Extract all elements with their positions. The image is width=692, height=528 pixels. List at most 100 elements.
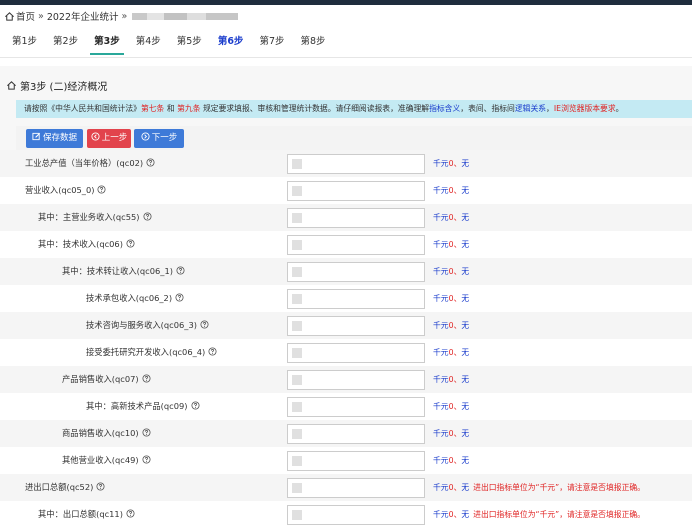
- unit-status: 无: [461, 294, 470, 303]
- unit-warning: 进出口指标单位为“千元”，请注意是否填报正确。: [473, 510, 645, 519]
- table-row: 其中：技术转让收入(qc06_1) 千元0、无: [0, 258, 692, 285]
- indicator-label: 其中：技术转让收入(qc06_1): [62, 258, 185, 285]
- tab-step-3[interactable]: 第3步: [86, 30, 128, 57]
- indicator-input[interactable]: [287, 181, 425, 201]
- unit-status: 无: [461, 483, 470, 492]
- notice-link-ie[interactable]: IE浏览器版本要求: [554, 104, 616, 113]
- indicator-label-text: 其中：技术收入(qc06): [38, 239, 123, 249]
- table-row: 工业总产值（当年价格）(qc02) 千元0、无: [0, 150, 692, 177]
- help-circle-icon[interactable]: [142, 428, 151, 437]
- indicator-input[interactable]: [287, 397, 425, 417]
- indicator-label-text: 产品销售收入(qc07): [62, 374, 139, 384]
- indicator-input[interactable]: [287, 289, 425, 309]
- table-row: 商品销售收入(qc10) 千元0、无: [0, 420, 692, 447]
- unit-status: 无: [461, 267, 470, 276]
- table-row: 技术咨询与服务收入(qc06_3) 千元0、无: [0, 312, 692, 339]
- indicator-input[interactable]: [287, 370, 425, 390]
- help-circle-icon[interactable]: [126, 239, 135, 248]
- indicator-input[interactable]: [287, 505, 425, 525]
- table-row: 技术承包收入(qc06_2) 千元0、无: [0, 285, 692, 312]
- help-circle-icon[interactable]: [176, 266, 185, 275]
- indicator-input[interactable]: [287, 208, 425, 228]
- help-circle-icon[interactable]: [142, 374, 151, 383]
- unit-status: 无: [461, 348, 470, 357]
- unit-text: 千元: [433, 429, 449, 438]
- save-button-label: 保存数据: [42, 133, 77, 143]
- unit-text: 千元: [433, 213, 449, 222]
- indicator-unit: 千元0、无: [433, 393, 469, 420]
- breadcrumb-year-link[interactable]: 2022年企业统计: [47, 9, 119, 23]
- unit-text: 千元: [433, 510, 449, 519]
- breadcrumb-separator: »: [38, 10, 44, 22]
- tab-step-8[interactable]: 第8步: [292, 30, 333, 57]
- prev-step-button[interactable]: 上一步: [87, 129, 131, 148]
- unit-status: 无: [461, 375, 470, 384]
- indicator-input[interactable]: [287, 424, 425, 444]
- tab-step-5[interactable]: 第5步: [169, 30, 210, 57]
- indicator-input[interactable]: [287, 343, 425, 363]
- help-circle-icon[interactable]: [208, 347, 217, 356]
- help-circle-icon[interactable]: [191, 401, 200, 410]
- table-row: 接受委托研究开发收入(qc06_4) 千元0、无: [0, 339, 692, 366]
- table-row: 其中：高新技术产品(qc09) 千元0、无: [0, 393, 692, 420]
- indicator-label: 商品销售收入(qc10): [62, 420, 151, 447]
- indicator-unit: 千元0、无: [433, 339, 469, 366]
- tab-step-6[interactable]: 第6步: [210, 30, 252, 57]
- circle-arrow-left-icon: [91, 132, 100, 141]
- indicator-input[interactable]: [287, 316, 425, 336]
- help-circle-icon[interactable]: [142, 455, 151, 464]
- notice-text: 请按照《中华人民共和国统计法》: [24, 104, 141, 113]
- help-circle-icon[interactable]: [200, 320, 209, 329]
- indicator-unit: 千元0、无: [433, 258, 469, 285]
- notice-link-art9[interactable]: 第九条: [177, 104, 200, 113]
- help-circle-icon[interactable]: [126, 509, 135, 518]
- help-circle-icon[interactable]: [175, 293, 184, 302]
- indicator-label-text: 商品销售收入(qc10): [62, 428, 139, 438]
- indicator-unit: 千元0、无: [433, 366, 469, 393]
- save-button[interactable]: 保存数据: [26, 129, 83, 148]
- help-circle-icon[interactable]: [143, 212, 152, 221]
- table-row: 营业收入(qc05_0) 千元0、无: [0, 177, 692, 204]
- indicator-label-text: 其中：高新技术产品(qc09): [86, 401, 188, 411]
- panel-title-text: 第3步 (二)经济概况: [20, 82, 108, 93]
- unit-status: 无: [461, 213, 470, 222]
- unit-text: 千元: [433, 375, 449, 384]
- notice-link-indicator[interactable]: 指标含义: [429, 104, 460, 113]
- tab-step-2[interactable]: 第2步: [45, 30, 86, 57]
- unit-text: 千元: [433, 267, 449, 276]
- indicator-input[interactable]: [287, 154, 425, 174]
- tab-step-1[interactable]: 第1步: [4, 30, 45, 57]
- edit-icon: [32, 132, 41, 141]
- breadcrumb-home-link[interactable]: 首页: [16, 9, 35, 23]
- panel-title: 第3步 (二)经济概况: [6, 78, 107, 93]
- help-circle-icon[interactable]: [96, 482, 105, 491]
- notice-link-logic[interactable]: 逻辑关系: [515, 104, 546, 113]
- unit-text: 千元: [433, 240, 449, 249]
- notice-text: 和: [164, 104, 178, 113]
- unit-text: 千元: [433, 321, 449, 330]
- notice-link-art7[interactable]: 第七条: [141, 104, 164, 113]
- home-icon[interactable]: [4, 11, 15, 22]
- indicator-label: 技术承包收入(qc06_2): [86, 285, 184, 312]
- indicator-label: 其中：出口总额(qc11): [38, 501, 135, 528]
- notice-text: ，: [546, 104, 554, 113]
- unit-text: 千元: [433, 483, 449, 492]
- next-step-label: 下一步: [151, 133, 178, 143]
- tab-step-7[interactable]: 第7步: [251, 30, 292, 57]
- unit-text: 千元: [433, 159, 449, 168]
- help-circle-icon[interactable]: [97, 185, 106, 194]
- indicator-label: 其他营业收入(qc49): [62, 447, 151, 474]
- indicator-input[interactable]: [287, 451, 425, 471]
- indicator-input[interactable]: [287, 478, 425, 498]
- indicator-unit: 千元0、无: [433, 231, 469, 258]
- next-step-button[interactable]: 下一步: [134, 129, 184, 148]
- indicator-input[interactable]: [287, 262, 425, 282]
- help-circle-icon[interactable]: [146, 158, 155, 167]
- notice-banner: 请按照《中华人民共和国统计法》第七条 和 第九条 规定要求填报、审核和管理统计数…: [16, 100, 692, 118]
- indicator-input[interactable]: [287, 235, 425, 255]
- unit-status: 无: [461, 321, 470, 330]
- table-row: 其中：主营业务收入(qc55) 千元0、无: [0, 204, 692, 231]
- tab-step-4[interactable]: 第4步: [128, 30, 169, 57]
- circle-arrow-right-icon: [141, 132, 150, 141]
- unit-status: 无: [461, 429, 470, 438]
